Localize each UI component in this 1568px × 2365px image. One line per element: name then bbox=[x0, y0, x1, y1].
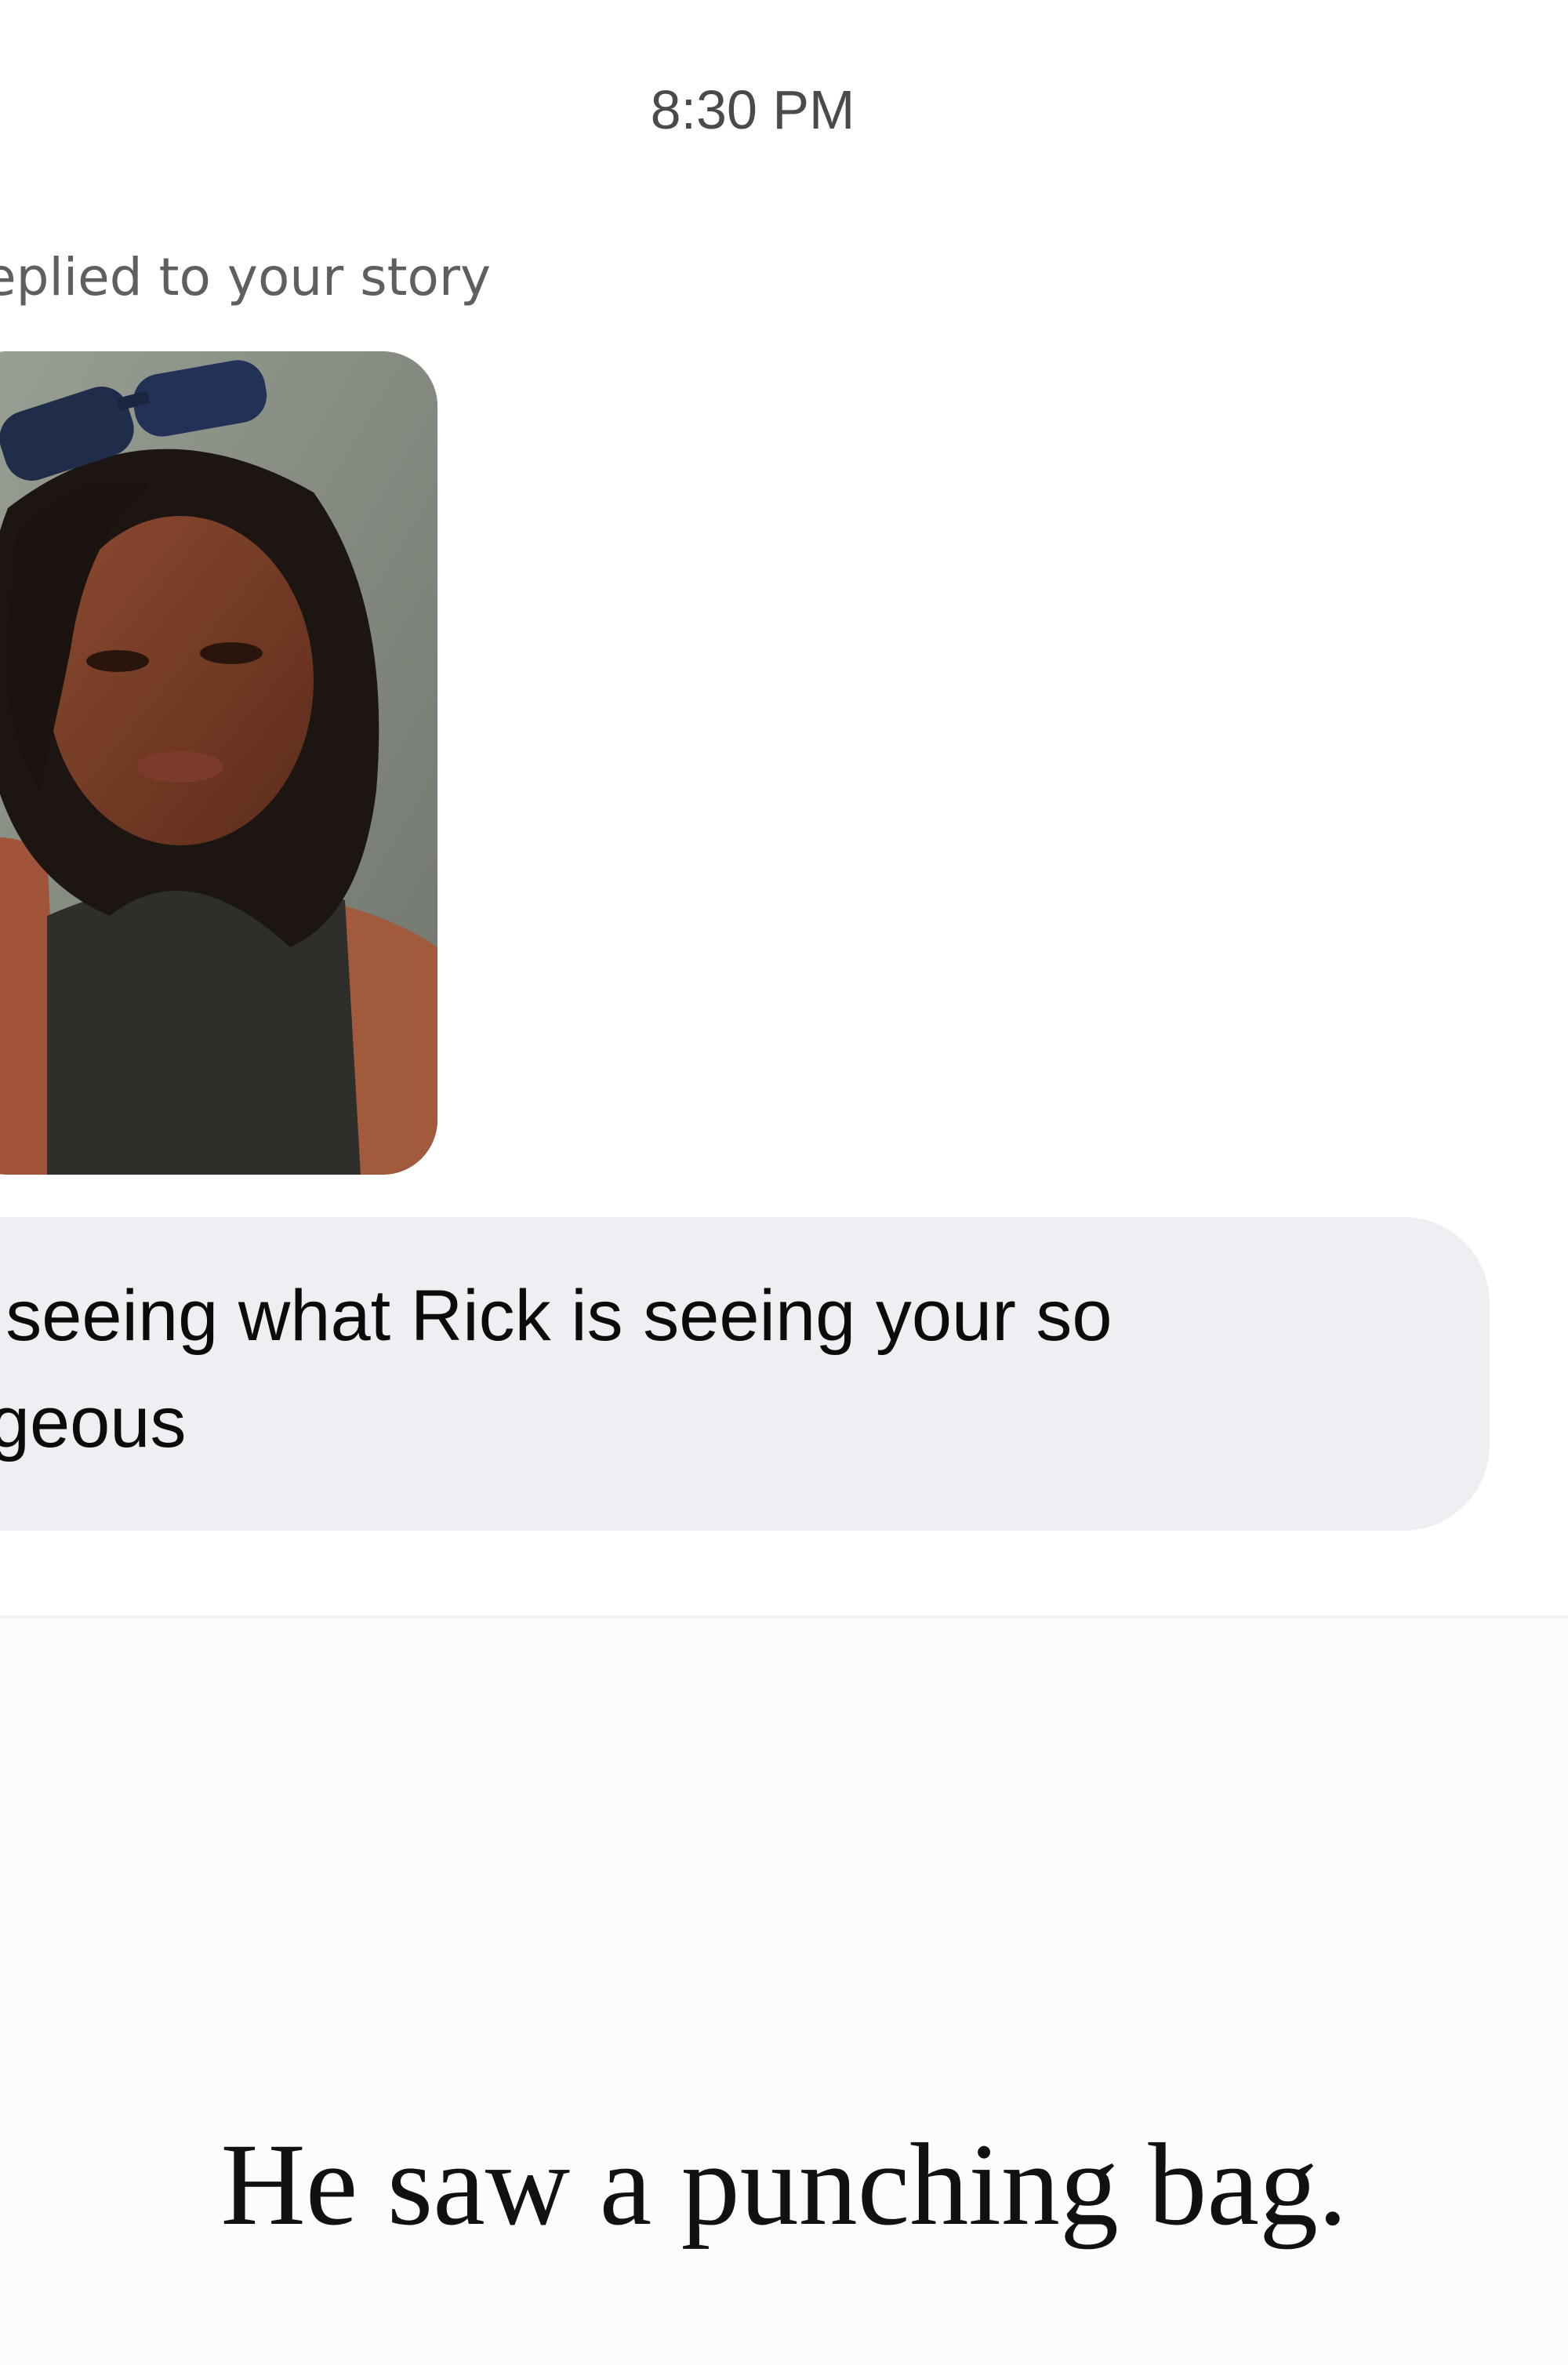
caption-text: He saw a punching bag. bbox=[220, 2120, 1348, 2250]
caption-area bbox=[0, 1618, 1568, 2365]
screen: 8:30 PM eplied to your story seeing what… bbox=[0, 0, 1568, 2365]
story-thumbnail[interactable] bbox=[0, 351, 437, 1175]
message-timestamp: 8:30 PM bbox=[650, 79, 855, 140]
story-photo bbox=[0, 351, 437, 1175]
chat-thread: 8:30 PM eplied to your story seeing what… bbox=[0, 0, 1568, 1615]
story-reply-label: eplied to your story bbox=[0, 247, 492, 307]
message-text: m seeing what Rick is seeing your so org… bbox=[0, 1276, 1112, 1462]
